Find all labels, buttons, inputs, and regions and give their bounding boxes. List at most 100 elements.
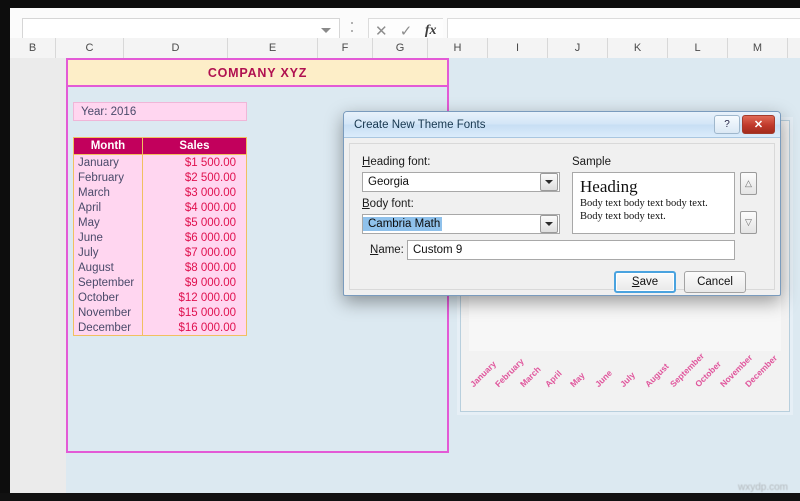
theme-name-value: Custom 9 <box>413 244 463 256</box>
column-header-k[interactable]: K <box>608 38 668 58</box>
chart-x-label: July <box>617 369 638 389</box>
cell-month[interactable]: August <box>73 260 143 275</box>
column-header-d[interactable]: D <box>124 38 228 58</box>
chevron-up-icon: △ <box>745 178 752 188</box>
cell-month[interactable]: October <box>73 290 143 305</box>
chevron-down-icon[interactable] <box>321 28 331 33</box>
chart-x-axis-labels: January February March April May June July Augu… <box>467 347 781 403</box>
table-header-month: Month <box>73 137 143 155</box>
cell-month[interactable]: March <box>73 185 143 200</box>
table-row[interactable]: June $6 000.00 <box>73 230 248 245</box>
table-row[interactable]: December $16 000.00 <box>73 320 248 336</box>
column-header-e[interactable]: E <box>228 38 318 58</box>
cell-month[interactable]: May <box>73 215 143 230</box>
chart-x-label: January <box>467 358 499 389</box>
name-label: Name: <box>370 244 404 256</box>
dialog-title-bar[interactable]: Create New Theme Fonts ? ✕ <box>344 112 780 138</box>
theme-name-input[interactable]: Custom 9 <box>407 240 735 260</box>
cell-sales[interactable]: $8 000.00 <box>141 260 248 275</box>
table-header-row: Month Sales <box>73 137 248 155</box>
frame-left-border <box>0 0 10 501</box>
chart-x-label: April <box>542 368 564 389</box>
cell-sales[interactable]: $1 500.00 <box>141 154 248 170</box>
chevron-down-icon: ▽ <box>745 217 752 227</box>
table-row[interactable]: April $4 000.00 <box>73 200 248 215</box>
table-header-sales: Sales <box>141 137 248 155</box>
cell-month[interactable]: July <box>73 245 143 260</box>
column-header-g[interactable]: G <box>373 38 428 58</box>
table-row[interactable]: July $7 000.00 <box>73 245 248 260</box>
cell-month[interactable]: December <box>73 320 143 336</box>
cell-month[interactable]: November <box>73 305 143 320</box>
watermark: wxydp.com <box>737 482 788 493</box>
dialog-body: Heading font: Georgia Body font: Cambria… <box>349 143 775 293</box>
table-row[interactable]: January $1 500.00 <box>73 154 248 170</box>
dialog-title: Create New Theme Fonts <box>354 118 486 131</box>
cell-month[interactable]: June <box>73 230 143 245</box>
create-new-theme-fonts-dialog[interactable]: Create New Theme Fonts ? ✕ Heading font:… <box>343 111 781 296</box>
question-mark-icon: ? <box>724 119 730 130</box>
help-button[interactable]: ? <box>714 115 740 134</box>
sample-scroll-up-button[interactable]: △ <box>740 172 757 195</box>
body-font-value: Cambria Math <box>363 217 443 231</box>
year-cell[interactable]: Year: 2016 <box>73 102 247 121</box>
body-font-combobox[interactable]: Cambria Math <box>362 214 560 234</box>
heading-font-value: Georgia <box>368 176 409 188</box>
sample-scroll-down-button[interactable]: ▽ <box>740 211 757 234</box>
save-button[interactable]: Save <box>614 271 676 293</box>
sample-heading-text: Heading <box>580 177 638 196</box>
cancel-button[interactable]: Cancel <box>684 271 746 293</box>
column-header-b[interactable]: B <box>10 38 56 58</box>
table-body: January $1 500.00 February $2 500.00 March $3… <box>73 154 248 336</box>
company-banner-title: COMPANY XYZ <box>207 65 308 80</box>
chart-x-label: June <box>592 367 615 389</box>
body-font-label: Body font: <box>362 198 414 210</box>
year-cell-value: Year: 2016 <box>81 105 137 118</box>
column-header-j[interactable]: J <box>548 38 608 58</box>
table-row[interactable]: February $2 500.00 <box>73 170 248 185</box>
frame-top-border <box>0 0 800 8</box>
cell-sales[interactable]: $2 500.00 <box>141 170 248 185</box>
cell-sales[interactable]: $15 000.00 <box>141 305 248 320</box>
sample-label: Sample <box>572 156 611 168</box>
cell-month[interactable]: February <box>73 170 143 185</box>
cell-month[interactable]: April <box>73 200 143 215</box>
cell-month[interactable]: January <box>73 154 143 170</box>
sample-preview: Heading Body text body text body text. B… <box>572 172 735 234</box>
chart-x-label: August <box>642 361 671 389</box>
frame-bottom-border <box>0 493 800 501</box>
close-x-icon: ✕ <box>753 119 764 131</box>
column-header-h[interactable]: H <box>428 38 488 58</box>
table-row[interactable]: October $12 000.00 <box>73 290 248 305</box>
column-header-l[interactable]: L <box>668 38 728 58</box>
cell-sales[interactable]: $5 000.00 <box>141 215 248 230</box>
chevron-down-icon[interactable] <box>540 173 558 191</box>
cell-sales[interactable]: $6 000.00 <box>141 230 248 245</box>
sample-body-text: Body text body text body text. Body text… <box>580 198 708 223</box>
table-row[interactable]: November $15 000.00 <box>73 305 248 320</box>
column-header-m[interactable]: M <box>728 38 788 58</box>
cell-sales[interactable]: $12 000.00 <box>141 290 248 305</box>
cell-sales[interactable]: $4 000.00 <box>141 200 248 215</box>
cell-sales[interactable]: $7 000.00 <box>141 245 248 260</box>
column-header-i[interactable]: I <box>488 38 548 58</box>
close-button[interactable]: ✕ <box>742 115 775 134</box>
cell-sales[interactable]: $3 000.00 <box>141 185 248 200</box>
cell-sales[interactable]: $9 000.00 <box>141 275 248 290</box>
heading-font-combobox[interactable]: Georgia <box>362 172 560 192</box>
column-header-row: BCDEFGHIJKLM <box>10 38 800 59</box>
formula-bar: ✕ ✓ fx <box>10 8 800 43</box>
table-row[interactable]: August $8 000.00 <box>73 260 248 275</box>
column-header-c[interactable]: C <box>56 38 124 58</box>
column-header-f[interactable]: F <box>318 38 373 58</box>
sales-table[interactable]: Month Sales January $1 500.00 February $2 5… <box>73 137 248 336</box>
cell-month[interactable]: September <box>73 275 143 290</box>
save-button-label: Save <box>631 276 659 288</box>
table-row[interactable]: March $3 000.00 <box>73 185 248 200</box>
cell-sales[interactable]: $16 000.00 <box>141 320 248 336</box>
company-banner[interactable]: COMPANY XYZ <box>68 60 447 87</box>
chevron-down-icon[interactable] <box>540 215 558 233</box>
table-row[interactable]: September $9 000.00 <box>73 275 248 290</box>
table-row[interactable]: May $5 000.00 <box>73 215 248 230</box>
row-header-strip <box>10 58 66 493</box>
